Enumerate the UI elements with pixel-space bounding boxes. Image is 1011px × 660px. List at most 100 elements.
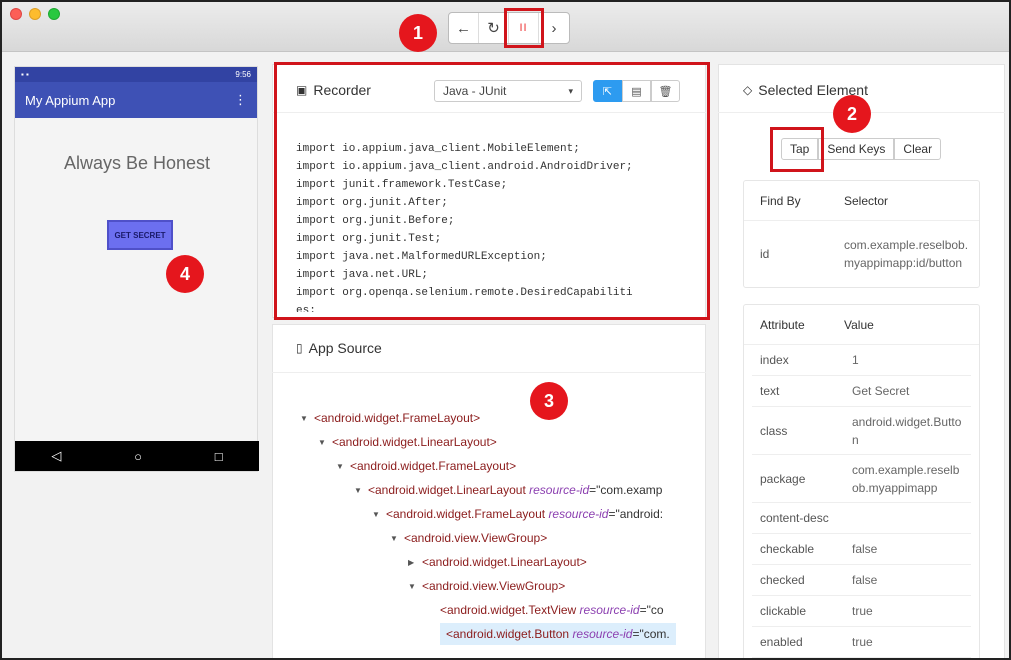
tree-node[interactable]: ▼ <android.view.ViewGroup>: [300, 526, 692, 550]
tap-button[interactable]: Tap: [781, 138, 819, 160]
element-actions: Tap Send Keys Clear: [781, 138, 942, 160]
inspector-toolbar: ← ↻ II ›: [448, 12, 570, 44]
tree-node-label: <android.widget.FrameLayout>: [314, 411, 480, 425]
code-line: import org.junit.Before;: [296, 215, 455, 227]
find-by-table: Find By Selector id com.example.reselbob…: [743, 180, 980, 288]
back-button[interactable]: ←: [449, 13, 479, 43]
attribute-key: content-desc: [760, 511, 829, 525]
node-tag: <android.widget.FrameLayout: [386, 507, 546, 521]
node-tag: <android.widget.FrameLayout>: [350, 459, 517, 473]
selector-header: Selector: [844, 193, 889, 208]
language-selected: Java - JUnit: [443, 84, 507, 98]
close-window-button[interactable]: [10, 8, 22, 20]
caret-down-icon[interactable]: ▼: [336, 462, 350, 471]
chevron-right-icon: ›: [551, 19, 557, 37]
app-source-title: App Source: [308, 340, 382, 356]
attribute-value: 1: [852, 353, 859, 367]
device-app-bar: My Appium App ⋮: [15, 82, 257, 118]
tree-node[interactable]: <android.widget.TextView resource-id="co: [300, 598, 692, 622]
tree-node[interactable]: ▶ <android.widget.LinearLayout>: [300, 550, 692, 574]
caret-down-icon[interactable]: ▼: [318, 438, 332, 447]
send-keys-button[interactable]: Send Keys: [818, 138, 895, 160]
device-status-bar: ▪ ▪ 9:56: [15, 67, 257, 82]
find-by-header: Find By: [760, 193, 801, 208]
status-time: 9:56: [235, 70, 251, 79]
pause-recording-button[interactable]: II: [509, 13, 539, 43]
attribute-key: checkable: [760, 542, 815, 556]
export-code-button[interactable]: ⇱: [593, 80, 622, 102]
app-source-divider: [272, 372, 706, 373]
pause-icon: II: [519, 22, 528, 34]
app-window: ← ↻ II › ▪ ▪ 9:56 My Appium App ⋮ Always…: [0, 0, 1011, 660]
find-by-key: id: [760, 247, 770, 261]
tree-node[interactable]: ▼ <android.widget.LinearLayout resource-i…: [300, 478, 692, 502]
export-icon: ⇱: [602, 85, 613, 98]
node-tag: <android.widget.LinearLayout>: [332, 435, 497, 449]
tree-node-label: <android.widget.LinearLayout>: [332, 435, 497, 449]
attribute-row: clickable true: [752, 596, 971, 627]
tree-node-label: <android.view.ViewGroup>: [404, 531, 547, 545]
badge-4: 4: [166, 255, 204, 293]
badge-3: 3: [530, 382, 568, 420]
attribute-key: index: [760, 353, 789, 367]
recorder-icon: ▣: [296, 83, 308, 97]
node-tag: <android.widget.FrameLayout>: [314, 411, 481, 425]
attribute-value: false: [852, 542, 878, 556]
caret-down-icon[interactable]: ▼: [390, 534, 404, 543]
node-tag: <android.view.ViewGroup>: [422, 579, 566, 593]
nav-recents-icon[interactable]: □: [215, 449, 223, 464]
node-tag: <android.widget.TextView: [440, 603, 577, 617]
tree-node[interactable]: <android.widget.Button resource-id="com.: [300, 622, 692, 646]
caret-down-icon[interactable]: ▼: [408, 582, 422, 591]
tree-node[interactable]: ▼ <android.widget.FrameLayout>: [300, 406, 692, 430]
attribute-header: Attribute: [760, 317, 805, 332]
recorder-divider: [272, 112, 706, 113]
tree-node-label: <android.view.ViewGroup>: [422, 579, 565, 593]
tree-node[interactable]: ▼ <android.widget.FrameLayout>: [300, 454, 692, 478]
arrow-left-icon: ←: [456, 19, 471, 37]
app-source-header: ▯ App Source: [296, 340, 382, 356]
code-line: import org.openqa.selenium.remote.Desire…: [296, 287, 633, 299]
tag-icon: ◇: [743, 83, 753, 97]
tree-node[interactable]: ▼ <android.view.ViewGroup>: [300, 574, 692, 598]
find-by-row[interactable]: id com.example.reselbob.myappimapp:id/bu…: [744, 221, 979, 287]
forward-button[interactable]: ›: [539, 13, 569, 43]
source-tree: ▼ <android.widget.FrameLayout> ▼ <android.w…: [300, 406, 692, 658]
overflow-menu-icon[interactable]: ⋮: [234, 92, 247, 108]
attribute-row: enabled true: [752, 627, 971, 658]
node-attr-value: ="com.examp: [589, 483, 663, 497]
caret-down-icon[interactable]: ▼: [372, 510, 386, 519]
node-attr-name: resource-id: [548, 507, 609, 521]
caret-down-icon[interactable]: ▼: [300, 414, 314, 423]
tree-node-label: <android.widget.TextView resource-id="co: [440, 603, 664, 617]
caret-right-icon[interactable]: ▶: [408, 558, 422, 567]
copy-code-button[interactable]: ▤: [622, 80, 651, 102]
attribute-key: clickable: [760, 604, 807, 618]
node-tag: <android.widget.LinearLayout>: [422, 555, 587, 569]
get-secret-button[interactable]: GET SECRET: [107, 220, 173, 250]
node-attr-name: resource-id: [529, 483, 590, 497]
attribute-value: false: [852, 573, 878, 587]
nav-back-icon[interactable]: ◁: [51, 448, 61, 464]
node-attr-value: ="co: [639, 603, 664, 617]
maximize-window-button[interactable]: [48, 8, 60, 20]
nav-home-icon[interactable]: ○: [134, 449, 142, 464]
tree-node-label: <android.widget.LinearLayout resource-id…: [368, 483, 662, 497]
clear-button[interactable]: Clear: [894, 138, 942, 160]
node-tag: <android.widget.Button: [446, 627, 570, 641]
device-nav-bar: ◁ ○ □: [15, 441, 259, 471]
device-heading: Always Be Honest: [63, 153, 211, 173]
refresh-button[interactable]: ↻: [479, 13, 509, 43]
node-attr-name: resource-id: [579, 603, 640, 617]
caret-down-icon[interactable]: ▼: [354, 486, 368, 495]
tree-node[interactable]: ▼ <android.widget.LinearLayout>: [300, 430, 692, 454]
chevron-down-icon: ▾: [568, 85, 573, 96]
language-select[interactable]: Java - JUnit ▾: [434, 80, 582, 102]
minimize-window-button[interactable]: [29, 8, 41, 20]
tree-node-label: <android.widget.Button resource-id="com.: [440, 623, 676, 645]
attribute-row: text Get Secret: [752, 376, 971, 407]
node-tag: <android.view.ViewGroup>: [404, 531, 548, 545]
tree-node[interactable]: ▼ <android.widget.FrameLayout resource-id…: [300, 502, 692, 526]
clear-code-button[interactable]: 🗑: [651, 80, 680, 102]
attribute-row: index 1: [752, 345, 971, 376]
